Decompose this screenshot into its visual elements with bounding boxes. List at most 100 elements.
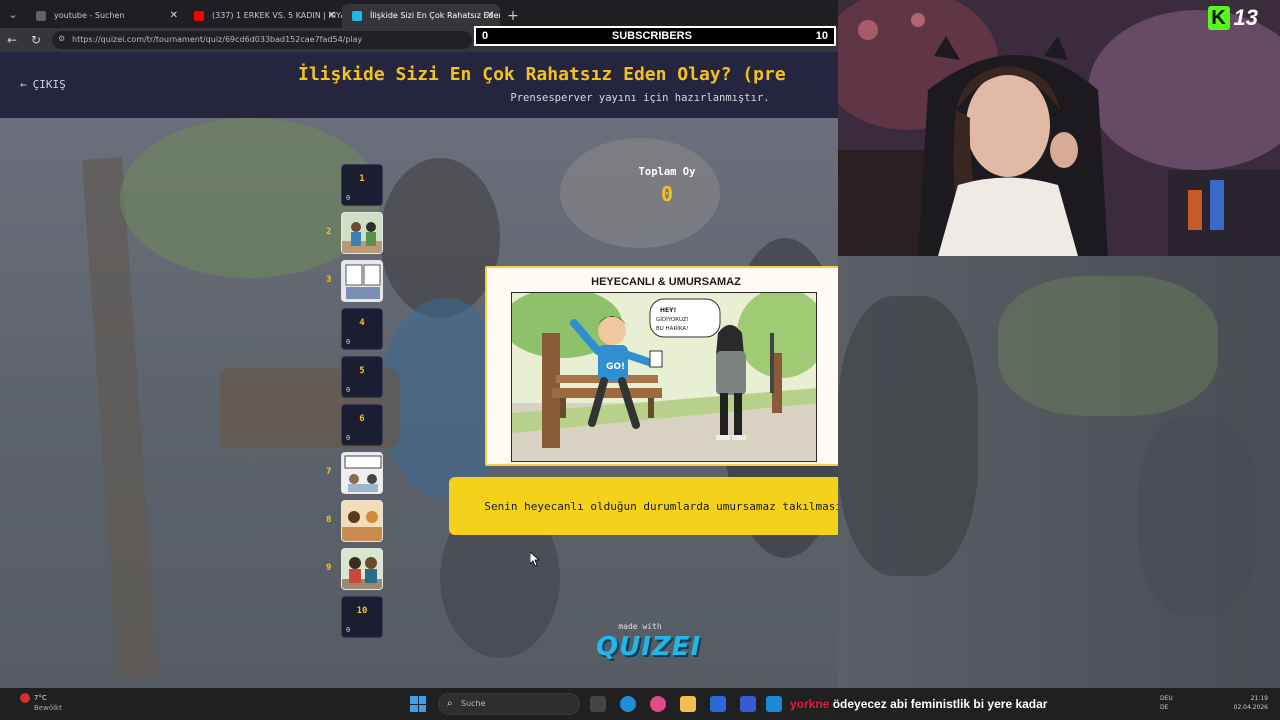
windows-start-icon[interactable] [410,696,426,712]
kick-logo-icon: K [1207,6,1230,30]
quiz-header: ← ÇIKIŞ İlişkide Sizi En Çok Rahatsız Ede… [0,52,838,118]
ticker-message: ödeyecez abi feministlik bi yere kadar [832,697,1048,711]
quizei-favicon-icon [352,11,362,21]
back-arrow-icon[interactable]: ← [4,32,20,48]
site-info-icon[interactable]: ⚙ [58,34,65,43]
kick-badge-number: 13 [1233,5,1258,30]
slot-number: 1 [359,174,365,184]
subscriber-label: SUBSCRIBERS [611,30,692,42]
system-clock[interactable]: 21:19 02.04.2026 [1234,694,1268,712]
slot-number: 3 [326,275,332,285]
search-favicon-icon [36,11,46,21]
close-icon[interactable]: ✕ [170,4,178,28]
copilot-icon[interactable] [650,696,666,712]
browser-tab-bar: ⌄ youtube - Suchen ✕ (337) 1 ERKEK VS. 5… [0,0,840,28]
browser-tab[interactable]: (337) 1 ERKEK VS. 5 KADIN | KIYAF ✕ [184,4,342,28]
slot-number: 5 [359,366,365,376]
weather-condition: Bewölkt [34,704,62,712]
taskbar-search[interactable]: ⌕ Suche [438,693,580,715]
slot-number: 7 [326,467,332,477]
reload-icon[interactable]: ↻ [28,32,44,48]
keyboard-code: DE [1160,704,1169,711]
slot-count: 0 [346,434,351,442]
tab-list-chevron-icon[interactable]: ⌄ [0,0,26,28]
slot-count: 0 [346,338,351,346]
slot-thumbnail [341,452,383,494]
chat-ticker: yorkne ödeyecez abi feministlik bi yere … [790,694,1080,714]
slot-9[interactable]: 9 [320,548,384,592]
svg-text:BU HARİKA!: BU HARİKA! [656,325,688,332]
slot-thumbnail [341,548,383,590]
slot-3[interactable]: 3 [320,260,384,304]
browser-tab-active[interactable]: İlişkide Sizi En Çok Rahatsız Eden ✕ [342,4,500,28]
slot-7[interactable]: 7 [320,452,384,496]
slot-5[interactable]: 50 [320,356,384,400]
slot-6[interactable]: 60 [320,404,384,448]
slot-count: 0 [346,626,351,634]
subscriber-goal: 10 [815,30,828,42]
svg-text:HEY!: HEY! [660,307,676,314]
edge-browser-icon[interactable] [620,696,636,712]
ticker-username: yorkne [790,697,830,711]
svg-text:GİDİYORUZ!: GİDİYORUZ! [656,316,689,323]
slot-10[interactable]: 10 0 [320,596,384,640]
language-indicator[interactable]: DEU DE [1160,694,1173,712]
close-icon[interactable]: ✕ [486,4,494,28]
slot-number: 2 [326,227,332,237]
tab-title: youtube - Suchen [54,11,125,20]
url-input[interactable]: ⚙ https://quizei.com/tr/tournament/quiz/… [52,31,472,49]
clock-date: 02.04.2026 [1233,704,1268,711]
total-votes-value: 0 [660,182,674,206]
tab-title: (337) 1 ERKEK VS. 5 KADIN | KIYAF [212,11,342,20]
slot-thumbnail [341,212,383,254]
total-votes-label: Toplam Oy [638,166,696,178]
quiz-page: ← ÇIKIŞ İlişkide Sizi En Çok Rahatsız Ede… [0,52,838,688]
card-title: HEYECANLI & UMURSAMAZ [591,276,741,288]
subscriber-goal-bar: 0 SUBSCRIBERS 10 [474,26,836,46]
task-view-icon[interactable] [590,696,606,712]
taskbar: 7°C Bewölkt ⌕ Suche yorkne ödeyecez abi … [0,688,1280,720]
tab-title: İlişkide Sizi En Çok Rahatsız Eden [370,11,500,20]
slot-thumbnail [341,500,383,542]
close-icon[interactable]: ✕ [328,4,336,28]
slot-thumbnail [341,260,383,302]
slot-number: 9 [326,563,332,573]
app-icon[interactable] [766,696,782,712]
quiz-subtitle: Prensesperver yayını için hazırlanmıştır… [510,92,770,104]
webcam-feed [838,0,1280,256]
slot-number: 6 [359,414,365,424]
webcam-overlay: K 13 [838,0,1280,256]
mouse-cursor-icon [530,552,540,566]
kick-badge: K 13 [1207,5,1258,31]
slot-count: 0 [346,194,351,202]
browser-tab[interactable]: youtube - Suchen ✕ [26,4,184,28]
search-placeholder: Suche [461,699,486,708]
url-text: https://quizei.com/tr/tournament/quiz/69… [72,35,363,44]
card-shirt-text: GO! [606,362,625,372]
file-explorer-icon[interactable] [680,696,696,712]
subscriber-current: 0 [482,30,489,42]
mail-icon[interactable] [740,696,756,712]
store-icon[interactable] [710,696,726,712]
youtube-favicon-icon [194,11,204,21]
slot-1[interactable]: 10 [320,164,384,208]
search-icon: ⌕ [447,698,453,709]
slot-4[interactable]: 40 [320,308,384,352]
right-backdrop [838,256,1280,688]
slot-number: 8 [326,515,332,525]
choice-caption[interactable]: Senin heyecanlı olduğun durumlarda umurs… [449,477,838,535]
language-code: DEU [1160,695,1173,702]
new-tab-plus-icon[interactable]: + [500,4,526,28]
slot-number: 10 [356,606,368,616]
slot-count: 0 [346,386,351,394]
card-illustration: GO! HEY! GİDİYORUZ! BU HARİKA! [511,292,817,462]
slot-number: 4 [359,318,365,328]
made-with-label: made with [618,622,662,631]
weather-temp: 7°C [34,694,47,702]
clock-time: 21:19 [1250,695,1268,702]
quizei-logo[interactable]: QUIZEI [596,632,700,662]
notification-badge [20,693,30,703]
slot-2[interactable]: 2 [320,212,384,256]
choice-card[interactable]: HEYECANLI & UMURSAMAZ GO! HEY! GİDİYORUZ… [485,266,838,466]
slot-8[interactable]: 8 [320,500,384,544]
